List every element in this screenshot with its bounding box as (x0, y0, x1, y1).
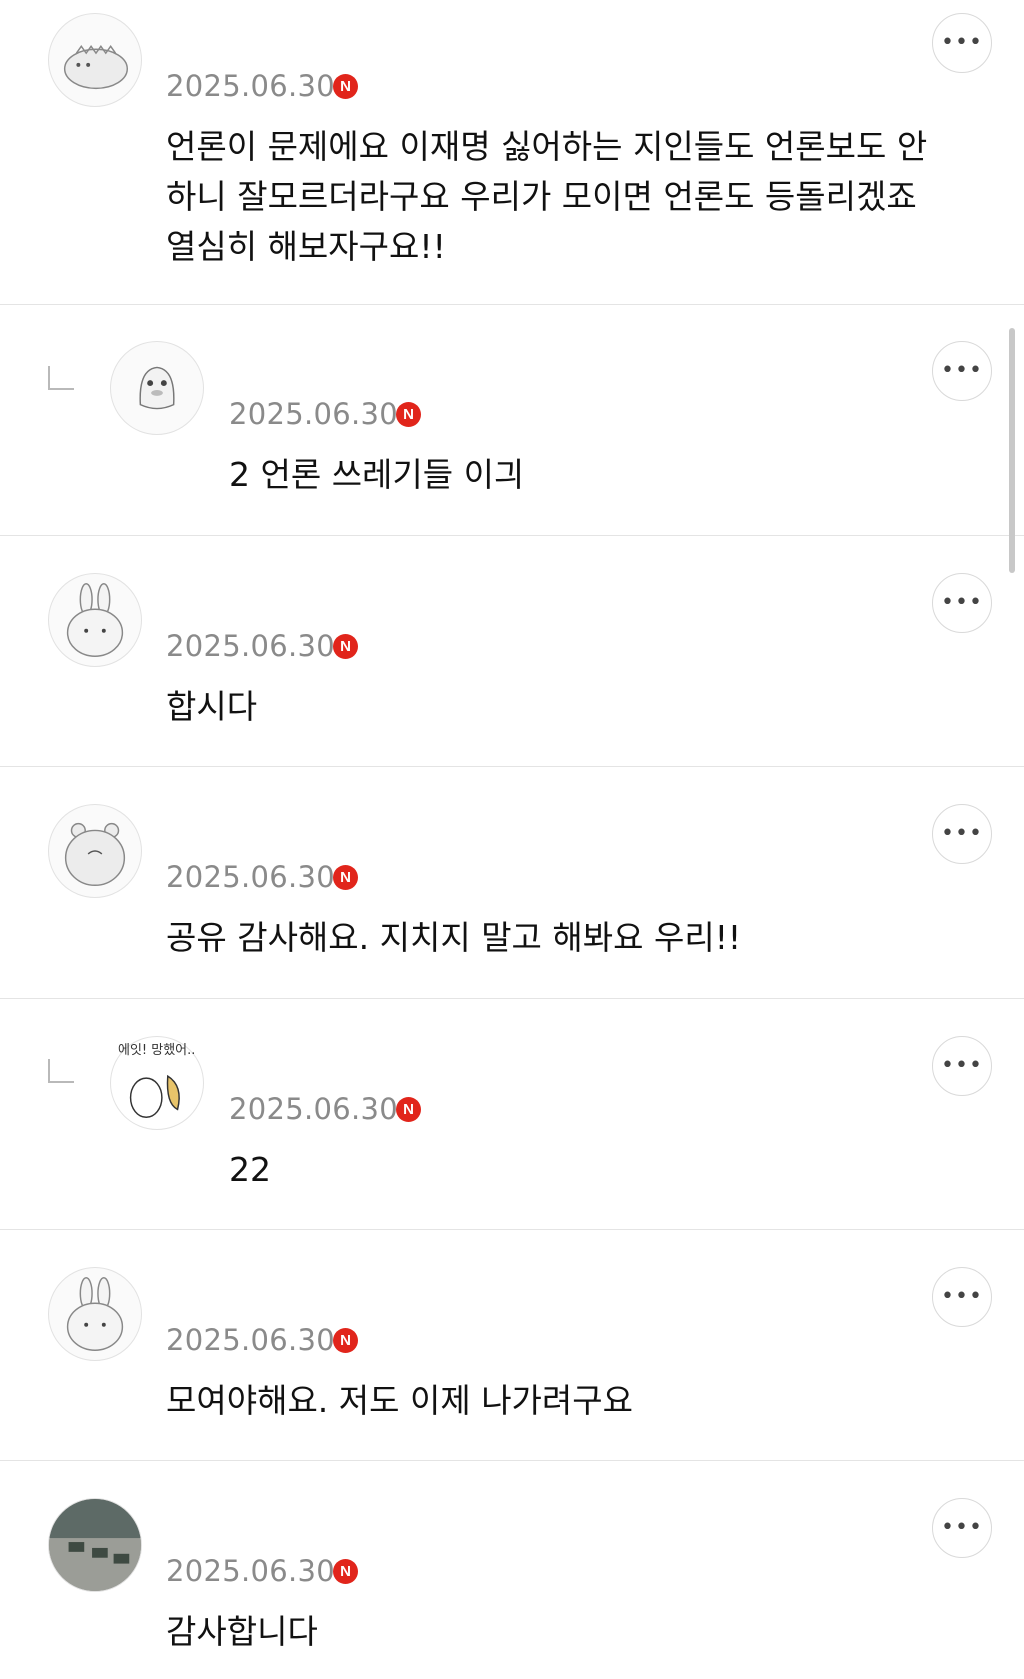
comment-item: 2025.06.30 N 2 언론 쓰레기들 이긔 ••• (0, 305, 1024, 536)
comment-date: 2025.06.30 (229, 1092, 399, 1126)
comment-text: 22 (229, 1150, 271, 1189)
new-badge-icon: N (333, 865, 358, 890)
rabbit-avatar-icon[interactable] (48, 1267, 142, 1361)
comment-date: 2025.06.30 (229, 397, 399, 431)
photo-avatar-icon[interactable] (48, 1498, 142, 1592)
comment-date: 2025.06.30 (166, 860, 336, 894)
hamster-avatar-icon[interactable] (48, 804, 142, 898)
comment-text: 모여야해요. 저도 이제 나가려구요 (166, 1381, 633, 1420)
more-options-button[interactable]: ••• (932, 1267, 992, 1327)
comment-item: 2025.06.30 N 언론이 문제에요 이재명 싫어하는 지인들도 언론보도… (0, 0, 1024, 305)
comment-text: 합시다 (166, 687, 258, 726)
more-options-button[interactable]: ••• (932, 1036, 992, 1096)
new-badge-icon: N (396, 402, 421, 427)
comment-item: 2025.06.30 N 모여야해요. 저도 이제 나가려구요 ••• (0, 1230, 1024, 1461)
reply-indicator-icon (48, 366, 74, 390)
comment-text: 언론이 문제에요 이재명 싫어하는 지인들도 언론보도 안 하니 잘모르더라구요… (166, 127, 928, 266)
more-options-button[interactable]: ••• (932, 1498, 992, 1558)
comment-item: 2025.06.30 N 합시다 ••• (0, 536, 1024, 767)
comment-date: 2025.06.30 (166, 1554, 336, 1588)
more-options-button[interactable]: ••• (932, 804, 992, 864)
new-badge-icon: N (333, 634, 358, 659)
comment-date: 2025.06.30 (166, 1323, 336, 1357)
comment-text: 공유 감사해요. 지치지 말고 해봐요 우리!! (166, 918, 742, 957)
scrollbar[interactable] (1009, 328, 1015, 573)
comment-item: 2025.06.30 N 공유 감사해요. 지치지 말고 해봐요 우리!! ••… (0, 767, 1024, 999)
avatar-caption: 에잇! 망했어.. (118, 1043, 196, 1058)
new-badge-icon: N (333, 1328, 358, 1353)
more-options-button[interactable]: ••• (932, 341, 992, 401)
more-options-button[interactable]: ••• (932, 13, 992, 73)
reply-indicator-icon (48, 1059, 74, 1083)
new-badge-icon: N (333, 1559, 358, 1584)
comment-date: 2025.06.30 (166, 69, 336, 103)
new-badge-icon: N (396, 1097, 421, 1122)
dinosaur-avatar-icon[interactable] (48, 13, 142, 107)
duck-avatar-icon[interactable] (110, 341, 204, 435)
comment-text: 2 언론 쓰레기들 이긔 (229, 455, 525, 494)
rabbit-avatar-icon[interactable] (48, 573, 142, 667)
comment-text: 감사합니다 (166, 1612, 318, 1651)
new-badge-icon: N (333, 74, 358, 99)
comment-date: 2025.06.30 (166, 629, 336, 663)
more-options-button[interactable]: ••• (932, 573, 992, 633)
comment-item: 2025.06.30 N 감사합니다 ••• (0, 1461, 1024, 1679)
comment-item: 에잇! 망했어.. 2025.06.30 N 22 ••• (0, 999, 1024, 1230)
